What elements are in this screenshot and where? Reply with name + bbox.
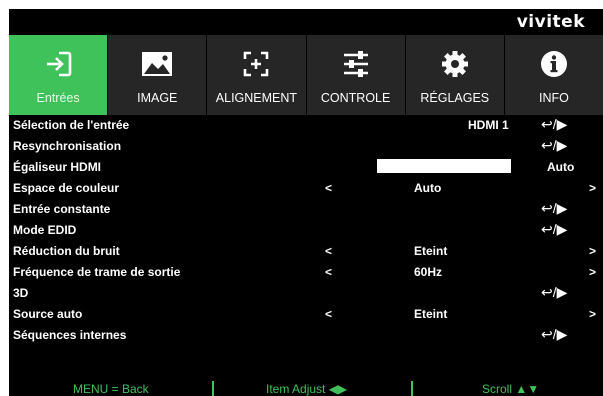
row-value: Eteint xyxy=(414,307,448,321)
row-label: Resynchronisation xyxy=(13,139,122,153)
right-arrow[interactable]: > xyxy=(589,244,596,258)
menu-list: Sélection de l'entrée HDMI 1 ↩/▶ Resynch… xyxy=(9,115,603,381)
menu-row-color-space[interactable]: Espace de couleur < Auto > xyxy=(9,178,603,199)
footer-hints: MENU = Back Item Adjust ◀▶ Scroll ▲▼ xyxy=(9,381,603,396)
gear-icon xyxy=(406,49,504,79)
left-arrow[interactable]: < xyxy=(325,265,332,279)
item-adjust-hint: Item Adjust ◀▶ xyxy=(266,382,348,396)
level-bar[interactable] xyxy=(377,159,511,173)
tab-controle[interactable]: CONTROLE xyxy=(306,35,405,115)
menu-row-edid-mode[interactable]: Mode EDID ↩/▶ xyxy=(9,220,603,241)
row-label: Source auto xyxy=(13,307,83,321)
tab-alignement[interactable]: ALIGNEMENT xyxy=(207,35,306,115)
right-arrow[interactable]: > xyxy=(589,265,596,279)
menu-row-noise-reduction[interactable]: Réduction du bruit < Eteint > xyxy=(9,241,603,262)
row-label: Entrée constante xyxy=(13,202,111,216)
menu-back-hint: MENU = Back xyxy=(73,382,149,396)
left-arrow[interactable]: < xyxy=(325,244,332,258)
tab-label: INFO xyxy=(539,91,569,105)
tab-image[interactable]: IMAGE xyxy=(108,35,207,115)
enter-icon[interactable]: ↩/▶ xyxy=(541,326,567,343)
row-label: Réduction du bruit xyxy=(13,244,120,258)
menu-row-constant-input[interactable]: Entrée constante ↩/▶ xyxy=(9,199,603,220)
row-label: Sélection de l'entrée xyxy=(13,118,130,132)
top-bar: vivitek xyxy=(9,9,603,35)
info-icon xyxy=(505,49,603,79)
alignment-icon xyxy=(207,49,305,79)
row-label: Mode EDID xyxy=(13,223,77,237)
menu-row-3d[interactable]: 3D ↩/▶ xyxy=(9,283,603,304)
row-label: 3D xyxy=(13,286,29,300)
row-label: Égaliseur HDMI xyxy=(13,160,102,174)
row-value: 60Hz xyxy=(414,265,443,279)
menu-row-hdmi-equalizer[interactable]: Égaliseur HDMI Auto xyxy=(9,157,603,178)
row-value: HDMI 1 xyxy=(468,118,509,132)
enter-icon[interactable]: ↩/▶ xyxy=(541,137,567,154)
row-label: Séquences internes xyxy=(13,328,127,342)
footer-divider xyxy=(212,381,214,396)
osd-menu: vivitek Entrées IMAGE ALIGNEMENT CONTROL… xyxy=(9,9,603,396)
menu-row-input-selection[interactable]: Sélection de l'entrée HDMI 1 ↩/▶ xyxy=(9,115,603,136)
tab-label: CONTROLE xyxy=(320,91,391,105)
tab-reglages[interactable]: RÉGLAGES xyxy=(405,35,504,115)
row-value: Eteint xyxy=(414,244,448,258)
enter-icon[interactable]: ↩/▶ xyxy=(541,221,567,238)
scroll-hint: Scroll ▲▼ xyxy=(482,382,540,396)
tab-label: Entrées xyxy=(36,91,80,105)
row-label: Espace de couleur xyxy=(13,181,120,195)
image-icon xyxy=(108,49,206,79)
menu-row-auto-source[interactable]: Source auto < Eteint > xyxy=(9,304,603,325)
enter-icon[interactable]: ↩/▶ xyxy=(541,200,567,217)
right-arrow[interactable]: > xyxy=(589,307,596,321)
tab-bar: Entrées IMAGE ALIGNEMENT CONTROLE RÉGLAG… xyxy=(9,35,603,115)
tab-label: IMAGE xyxy=(137,91,178,105)
left-arrow[interactable]: < xyxy=(325,181,332,195)
row-value: Auto xyxy=(414,181,442,195)
enter-icon[interactable]: ↩/▶ xyxy=(541,284,567,301)
right-arrow[interactable]: > xyxy=(589,181,596,195)
menu-row-internal-patterns[interactable]: Séquences internes ↩/▶ xyxy=(9,325,603,346)
tab-info[interactable]: INFO xyxy=(504,35,603,115)
row-label: Fréquence de trame de sortie xyxy=(13,265,181,279)
tab-entrees[interactable]: Entrées xyxy=(9,35,108,115)
footer-divider xyxy=(411,381,413,396)
enter-icon[interactable]: ↩/▶ xyxy=(541,116,567,133)
menu-row-frame-rate[interactable]: Fréquence de trame de sortie < 60Hz > xyxy=(9,262,603,283)
row-value: Auto xyxy=(547,160,575,174)
input-icon xyxy=(9,49,107,79)
sliders-icon xyxy=(307,49,405,79)
menu-row-resync[interactable]: Resynchronisation ↩/▶ xyxy=(9,136,603,157)
left-arrow[interactable]: < xyxy=(325,307,332,321)
tab-label: ALIGNEMENT xyxy=(215,91,298,105)
brand-logo: vivitek xyxy=(516,12,585,32)
tab-label: RÉGLAGES xyxy=(420,91,490,105)
